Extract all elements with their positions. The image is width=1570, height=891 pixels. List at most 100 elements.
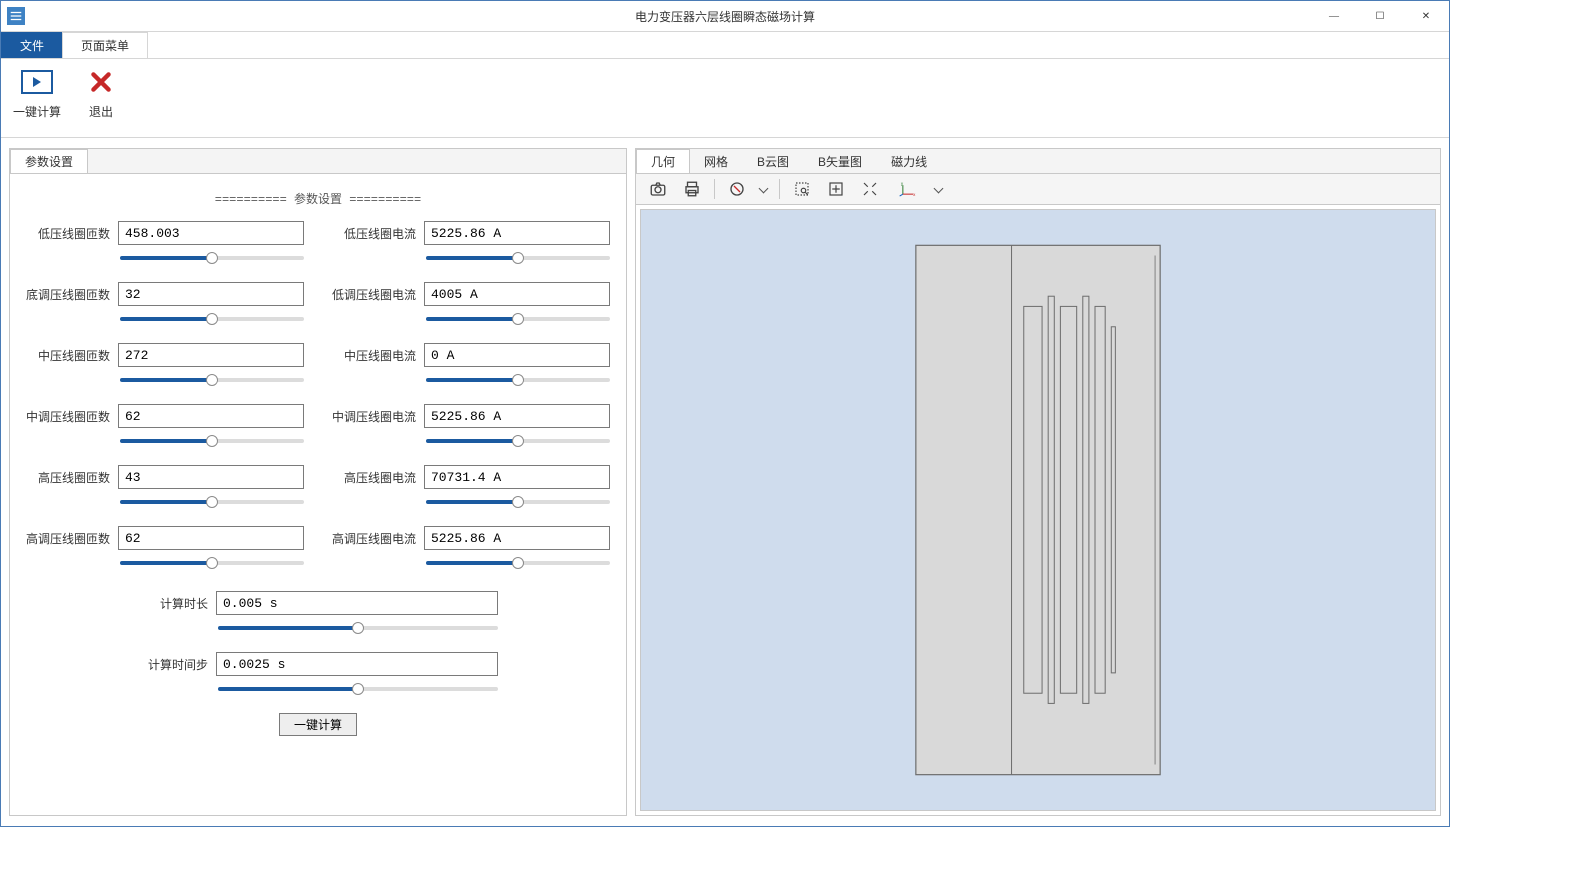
dropdown-chevron-icon[interactable] xyxy=(932,182,946,196)
param-label: 高调压线圈电流 xyxy=(332,530,416,547)
param-input[interactable] xyxy=(216,652,498,676)
param-row: 中调压线圈匝数 xyxy=(26,404,304,451)
param-label: 底调压线圈匝数 xyxy=(26,286,110,303)
param-row: 高调压线圈电流 xyxy=(332,526,610,573)
param-row: 低调压线圈电流 xyxy=(332,282,610,329)
param-input[interactable] xyxy=(118,221,304,245)
menubar: 文件 页面菜单 xyxy=(1,32,1449,59)
param-slider[interactable] xyxy=(218,682,498,696)
param-slider[interactable] xyxy=(120,251,304,265)
viz-tab[interactable]: 几何 xyxy=(636,149,690,174)
params-panel: 参数设置 ========== 参数设置 ========== 低压线圈匝数低压… xyxy=(9,148,627,816)
reset-icon[interactable] xyxy=(723,176,751,202)
param-slider[interactable] xyxy=(426,556,610,570)
param-row: 中压线圈电流 xyxy=(332,343,610,390)
param-slider[interactable] xyxy=(426,434,610,448)
menu-file[interactable]: 文件 xyxy=(1,32,63,58)
param-label: 高调压线圈匝数 xyxy=(26,530,110,547)
param-label: 中调压线圈匝数 xyxy=(26,408,110,425)
param-label: 低调压线圈电流 xyxy=(332,286,416,303)
close-button[interactable]: ✕ xyxy=(1403,1,1449,31)
params-tabs: 参数设置 xyxy=(10,149,626,173)
exit-tool-label: 退出 xyxy=(89,103,113,120)
play-icon xyxy=(20,65,54,99)
axes-gizmo-icon[interactable]: yx xyxy=(890,176,926,202)
viz-canvas[interactable]: y z x xyxy=(640,209,1436,811)
param-input[interactable] xyxy=(118,465,304,489)
param-slider[interactable] xyxy=(120,373,304,387)
param-slider[interactable] xyxy=(426,312,610,326)
param-input[interactable] xyxy=(118,404,304,428)
param-slider[interactable] xyxy=(120,434,304,448)
param-row: 计算时间步 xyxy=(138,652,498,699)
fit-view-icon[interactable] xyxy=(822,176,850,202)
params-form-grid: 低压线圈匝数低压线圈电流底调压线圈匝数低调压线圈电流中压线圈匝数中压线圈电流中调… xyxy=(20,221,616,573)
param-row: 高压线圈匝数 xyxy=(26,465,304,512)
param-input[interactable] xyxy=(118,343,304,367)
zoom-area-icon[interactable] xyxy=(788,176,816,202)
param-slider[interactable] xyxy=(426,373,610,387)
param-row: 中调压线圈电流 xyxy=(332,404,610,451)
calc-tool[interactable]: 一键计算 xyxy=(13,65,61,133)
section-title: ========== 参数设置 ========== xyxy=(20,190,616,207)
param-label: 中调压线圈电流 xyxy=(332,408,416,425)
dropdown-chevron-icon[interactable] xyxy=(757,182,771,196)
workspace: 参数设置 ========== 参数设置 ========== 低压线圈匝数低压… xyxy=(1,138,1449,826)
param-input[interactable] xyxy=(424,526,610,550)
viz-tab[interactable]: 网格 xyxy=(690,149,743,173)
viz-body: yx xyxy=(636,173,1440,815)
camera-icon[interactable] xyxy=(644,176,672,202)
param-label: 低压线圈匝数 xyxy=(26,225,110,242)
param-label: 中压线圈电流 xyxy=(332,347,416,364)
toolbar-separator xyxy=(779,179,780,199)
param-row: 高压线圈电流 xyxy=(332,465,610,512)
window-controls: — ☐ ✕ xyxy=(1311,1,1449,31)
params-body: ========== 参数设置 ========== 低压线圈匝数 低压线圈电流底… xyxy=(10,173,626,815)
param-slider[interactable] xyxy=(120,495,304,509)
svg-text:x: x xyxy=(913,192,916,197)
ribbon-toolbar: 一键计算 退出 xyxy=(1,59,1449,138)
viz-tabs: 几何网格B云图B矢量图磁力线 xyxy=(636,149,1440,173)
param-input[interactable] xyxy=(118,282,304,306)
param-slider[interactable] xyxy=(426,495,610,509)
param-input[interactable] xyxy=(216,591,498,615)
app-icon xyxy=(7,7,25,25)
maximize-button[interactable]: ☐ xyxy=(1357,1,1403,31)
close-x-icon xyxy=(84,65,118,99)
expand-icon[interactable] xyxy=(856,176,884,202)
menu-page[interactable]: 页面菜单 xyxy=(62,32,148,58)
param-input[interactable] xyxy=(424,404,610,428)
param-label: 高压线圈电流 xyxy=(332,469,416,486)
param-row: 底调压线圈匝数 xyxy=(26,282,304,329)
param-row: 计算时长 xyxy=(138,591,498,638)
window-title: 电力变压器六层线圈瞬态磁场计算 xyxy=(1,8,1449,25)
ribbon-group: 一键计算 退出 xyxy=(1,59,137,137)
param-label: 低压线圈电流 xyxy=(332,225,416,242)
viz-tab[interactable]: B云图 xyxy=(743,149,804,173)
param-input[interactable] xyxy=(118,526,304,550)
print-icon[interactable] xyxy=(678,176,706,202)
param-row: 低压线圈电流 xyxy=(332,221,610,268)
param-input[interactable] xyxy=(424,343,610,367)
param-label: 中压线圈匝数 xyxy=(26,347,110,364)
param-input[interactable] xyxy=(424,465,610,489)
minimize-button[interactable]: — xyxy=(1311,1,1357,31)
param-slider[interactable] xyxy=(120,556,304,570)
param-slider[interactable] xyxy=(218,621,498,635)
param-row: 高调压线圈匝数 xyxy=(26,526,304,573)
viz-tab[interactable]: B矢量图 xyxy=(804,149,877,173)
param-slider[interactable] xyxy=(120,312,304,326)
viz-toolbar: yx xyxy=(636,174,1440,205)
toolbar-separator xyxy=(714,179,715,199)
param-input[interactable] xyxy=(424,282,610,306)
viz-panel: 几何网格B云图B矢量图磁力线 yx xyxy=(635,148,1441,816)
param-input[interactable] xyxy=(424,221,610,245)
tab-params[interactable]: 参数设置 xyxy=(10,149,88,174)
param-slider[interactable] xyxy=(426,251,610,265)
viz-tab[interactable]: 磁力线 xyxy=(877,149,942,173)
exit-tool[interactable]: 退出 xyxy=(77,65,125,133)
param-row: 低压线圈匝数 xyxy=(26,221,304,268)
param-label: 计算时间步 xyxy=(138,656,208,673)
calc-button[interactable]: 一键计算 xyxy=(279,713,357,736)
param-label: 高压线圈匝数 xyxy=(26,469,110,486)
